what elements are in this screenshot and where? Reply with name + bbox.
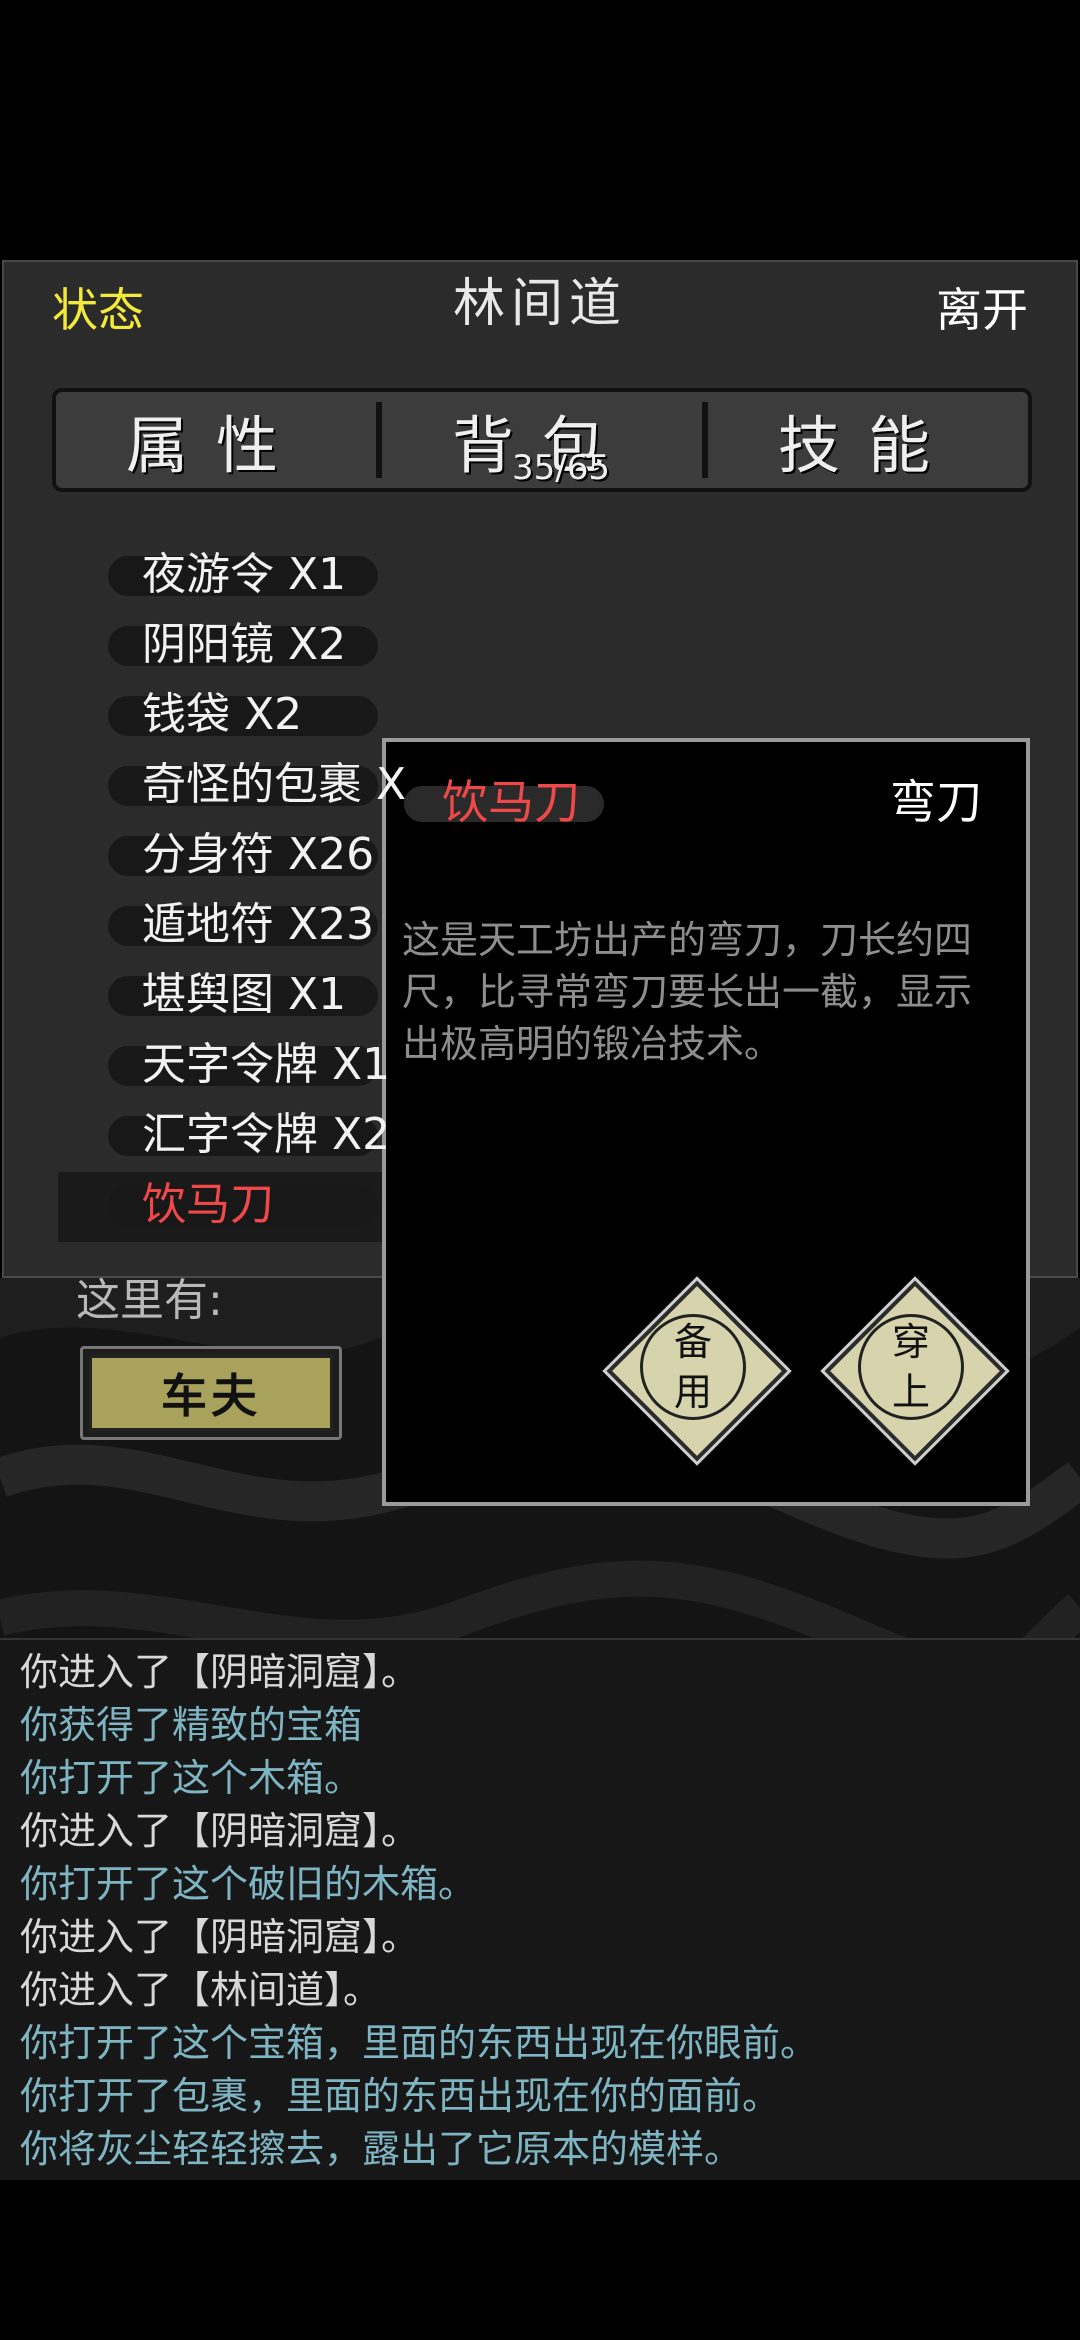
log-line: 你进入了【阴暗洞窟】。 [20, 1650, 420, 1694]
reserve-button[interactable]: 备 用 [606, 1280, 788, 1462]
inventory-item[interactable]: 夜游令 X1 [108, 544, 818, 606]
message-log[interactable]: 你进入了【阴暗洞窟】。 你获得了精致的宝箱 你打开了这个木箱。 你进入了【阴暗洞… [0, 1638, 1080, 2180]
log-line: 你进入了【阴暗洞窟】。 [20, 1915, 420, 1959]
tab-bar: 属性 背包 35/65 技能 [52, 388, 1032, 492]
leave-button[interactable]: 离开 [936, 282, 1028, 338]
log-line: 你打开了这个木箱。 [20, 1756, 363, 1800]
here-label: 这里有: [76, 1275, 223, 1326]
equip-label-2: 上 [891, 1370, 930, 1414]
item-description: 这是天工坊出产的弯刀，刀长约四尺，比寻常弯刀要长出一截，显示出极高明的锻冶技术。 [402, 918, 973, 1066]
log-line: 你将灰尘轻轻擦去，露出了它原本的模样。 [20, 2127, 743, 2171]
item-detail-popup: 饮马刀 弯刀 这是天工坊出产的弯刀，刀长约四尺，比寻常弯刀要长出一截，显示出极高… [382, 738, 1030, 1506]
tab-backpack[interactable]: 背包 35/65 [382, 392, 702, 488]
log-line: 你进入了【阴暗洞窟】。 [20, 1809, 420, 1853]
backpack-capacity: 35/65 [512, 448, 610, 488]
log-line: 你进入了【林间道】。 [20, 1968, 382, 2012]
equip-button[interactable]: 穿 上 [824, 1280, 1006, 1462]
tab-skills-label: 技能 [777, 409, 958, 482]
tab-attributes[interactable]: 属性 [56, 392, 376, 488]
inventory-item[interactable]: 钱袋 X2 [108, 684, 818, 746]
equip-label-1: 穿 [891, 1320, 930, 1364]
item-name: 饮马刀 [442, 775, 580, 829]
tab-attributes-label: 属性 [125, 409, 306, 482]
tab-skills[interactable]: 技能 [708, 392, 1028, 488]
npc-button[interactable]: 车夫 [80, 1346, 342, 1440]
log-line: 你打开了这个破旧的木箱。 [20, 1862, 477, 1906]
npc-button-label: 车夫 [89, 1355, 333, 1431]
game-screen: { "header": { "status_label": "状态", "loc… [0, 0, 1080, 2340]
reserve-label-2: 用 [673, 1370, 712, 1414]
item-type: 弯刀 [890, 775, 982, 829]
log-line: 你获得了精致的宝箱 [20, 1703, 363, 1747]
reserve-label-1: 备 [673, 1320, 712, 1364]
inventory-item[interactable]: 阴阳镜 X2 [108, 614, 818, 676]
location-title: 林间道 [452, 274, 627, 334]
log-line: 你打开了包裹，里面的东西出现在你的面前。 [20, 2074, 781, 2118]
log-line: 你打开了这个宝箱，里面的东西出现在你眼前。 [20, 2021, 819, 2065]
